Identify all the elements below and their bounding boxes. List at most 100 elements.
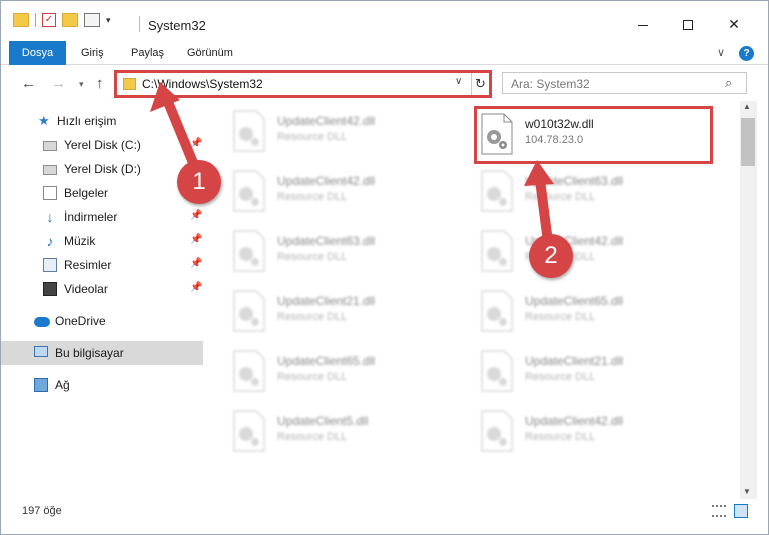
sidebar-item-this-pc[interactable]: Bu bilgisayar xyxy=(1,341,203,365)
toolbar-divider xyxy=(35,13,36,27)
minimize-button[interactable] xyxy=(620,9,666,39)
address-bar[interactable]: C:\Windows\System32 ∨ ↻ xyxy=(114,70,492,98)
file-name: UpdateClient42.dll xyxy=(277,114,376,128)
sidebar-item-local-disk-c[interactable]: Yerel Disk (C:) 📌 xyxy=(1,133,203,157)
tiles-view-icon[interactable] xyxy=(734,504,748,518)
music-icon: ♪ xyxy=(46,233,54,249)
sidebar-item-local-disk-d[interactable]: Yerel Disk (D:) xyxy=(1,157,203,181)
list-item[interactable]: UpdateClient42.dll Resource DLL xyxy=(231,166,461,218)
sidebar-item-music[interactable]: ♪ Müzik 📌 xyxy=(1,229,203,253)
scroll-up-icon[interactable]: ▲ xyxy=(743,102,751,111)
dll-file-icon xyxy=(481,350,513,392)
pin-icon[interactable]: 📌 xyxy=(190,234,202,245)
chevron-down-icon[interactable]: ▾ xyxy=(106,15,111,26)
details-view-icon[interactable] xyxy=(712,505,726,517)
file-name: UpdateClient63.dll xyxy=(277,234,376,248)
file-description: Resource DLL xyxy=(277,131,348,143)
sidebar-item-label: Belgeler xyxy=(64,186,109,200)
scroll-down-icon[interactable]: ▼ xyxy=(743,487,751,496)
list-item[interactable]: UpdateClient63.dll Resource DLL xyxy=(231,226,461,278)
file-description: Resource DLL xyxy=(525,371,596,383)
file-explorer-window: ✓ ▾ System32 ✕ Dosya Giriş Paylaş Görünü… xyxy=(0,0,769,535)
dll-file-icon xyxy=(481,410,513,452)
file-description: Resource DLL xyxy=(277,311,348,323)
list-item[interactable]: UpdateClient65.dll Resource DLL xyxy=(479,286,709,338)
forward-arrow-icon[interactable]: → xyxy=(51,75,66,92)
close-icon: ✕ xyxy=(728,16,740,32)
sidebar-item-documents[interactable]: Belgeler xyxy=(1,181,203,205)
vertical-scrollbar[interactable]: ▲ ▼ xyxy=(740,101,757,499)
customize-toolbar-icon[interactable] xyxy=(84,13,100,27)
sidebar-item-downloads[interactable]: ↓ İndirmeler 📌 xyxy=(1,205,203,229)
sidebar-item-label: İndirmeler xyxy=(64,210,118,224)
cloud-icon xyxy=(34,317,50,327)
tab-home[interactable]: Giriş xyxy=(81,41,104,65)
sidebar-item-onedrive[interactable]: OneDrive xyxy=(1,309,203,333)
star-icon: ★ xyxy=(38,113,50,128)
file-description: Resource DLL xyxy=(525,311,596,323)
recent-locations-icon[interactable]: ▾ xyxy=(79,79,84,90)
list-item[interactable]: UpdateClient5.dll Resource DLL xyxy=(231,406,461,458)
step-1-badge: 1 xyxy=(177,160,221,204)
new-folder-icon[interactable] xyxy=(62,13,78,27)
sidebar-item-quick-access[interactable]: ★ Hızlı erişim xyxy=(1,109,203,133)
sidebar-item-label: Yerel Disk (C:) xyxy=(64,138,141,152)
search-input[interactable]: Ara: System32 ⌕ xyxy=(502,72,747,94)
tab-file[interactable]: Dosya xyxy=(9,41,66,65)
pictures-icon xyxy=(43,258,57,272)
file-name: UpdateClient21.dll xyxy=(277,294,376,308)
list-item[interactable]: UpdateClient21.dll Resource DLL xyxy=(479,346,709,398)
dll-file-icon xyxy=(233,230,265,272)
list-item[interactable]: UpdateClient63.dll Resource DLL xyxy=(479,166,709,218)
list-item[interactable]: UpdateClient42.dll Resource DLL xyxy=(479,226,709,278)
refresh-icon[interactable]: ↻ xyxy=(471,73,489,95)
tab-share[interactable]: Paylaş xyxy=(131,41,164,65)
back-arrow-icon[interactable]: ← xyxy=(21,75,36,92)
pin-icon[interactable]: 📌 xyxy=(190,138,202,149)
list-item[interactable]: UpdateClient42.dll Resource DLL xyxy=(231,106,461,158)
sidebar-item-label: Resimler xyxy=(64,258,112,272)
address-path[interactable]: C:\Windows\System32 xyxy=(142,77,263,91)
sidebar-item-pictures[interactable]: Resimler 📌 xyxy=(1,253,203,277)
help-icon[interactable]: ? xyxy=(739,46,754,61)
file-description: Resource DLL xyxy=(525,431,596,443)
sidebar-item-videos[interactable]: Videolar 📌 xyxy=(1,277,203,301)
sidebar-item-label: Müzik xyxy=(64,234,96,248)
file-name: UpdateClient65.dll xyxy=(525,294,624,308)
list-item[interactable]: UpdateClient21.dll Resource DLL xyxy=(231,286,461,338)
downloads-icon: ↓ xyxy=(46,209,54,225)
dll-file-icon xyxy=(481,170,513,212)
pin-icon[interactable]: 📌 xyxy=(190,210,202,221)
search-placeholder: Ara: System32 xyxy=(511,77,590,91)
list-item[interactable]: UpdateClient42.dll Resource DLL xyxy=(479,406,709,458)
address-dropdown-icon[interactable]: ∨ xyxy=(455,76,462,87)
dll-file-icon xyxy=(481,290,513,332)
dll-file-icon xyxy=(233,110,265,152)
folder-icon[interactable] xyxy=(13,13,29,27)
sidebar-item-label: Bu bilgisayar xyxy=(55,346,124,360)
pin-icon[interactable]: 📌 xyxy=(190,282,202,293)
up-arrow-icon[interactable]: ↑ xyxy=(96,75,104,92)
maximize-button[interactable] xyxy=(665,9,711,39)
file-name: UpdateClient65.dll xyxy=(277,354,376,368)
dll-file-icon xyxy=(233,170,265,212)
search-icon[interactable]: ⌕ xyxy=(725,75,732,91)
documents-icon xyxy=(43,186,57,200)
dll-file-icon xyxy=(233,350,265,392)
expand-ribbon-icon[interactable]: ∨ xyxy=(717,46,725,59)
videos-icon xyxy=(43,282,57,296)
pin-icon[interactable]: 📌 xyxy=(190,258,202,269)
scrollbar-thumb[interactable] xyxy=(741,118,755,166)
target-file-highlight xyxy=(474,106,713,164)
window-title: System32 xyxy=(148,18,206,33)
tab-view[interactable]: Görünüm xyxy=(187,41,233,65)
dll-file-icon xyxy=(481,230,513,272)
computer-icon xyxy=(34,346,48,357)
close-button[interactable]: ✕ xyxy=(711,9,757,39)
properties-check-icon[interactable]: ✓ xyxy=(42,13,56,27)
quick-access-toolbar: ✓ ▾ xyxy=(13,13,111,27)
sidebar-item-label: Yerel Disk (D:) xyxy=(64,162,141,176)
sidebar-item-network[interactable]: Ağ xyxy=(1,373,203,397)
list-item[interactable]: UpdateClient65.dll Resource DLL xyxy=(231,346,461,398)
sidebar-item-label: Ağ xyxy=(55,378,70,392)
